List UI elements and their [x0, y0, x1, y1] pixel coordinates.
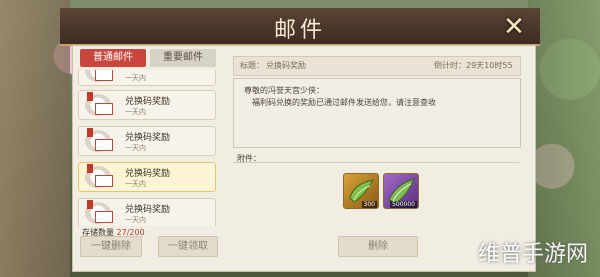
subject-label: 标题： [240, 61, 264, 70]
close-button[interactable]: ✕ [500, 13, 528, 41]
countdown-label: 倒计时： [434, 61, 466, 70]
mail-detail: 标题： 兑换码奖励 倒计时： 29天10时55分 尊敬的冯誉天宫少侠： 福利码兑… [225, 52, 525, 267]
mail-body-text: 福利码兑换的奖励已通过邮件发送给您，请注意查收 [252, 98, 436, 107]
mail-item-time: 一天内 [125, 180, 146, 188]
seal-icon [87, 164, 93, 173]
mail-item-title: 兑换码奖励 [125, 205, 171, 215]
seal-icon [87, 200, 93, 209]
close-icon: ✕ [503, 12, 525, 42]
attachment-item[interactable]: 500000 [383, 173, 419, 209]
watermark-logo: 维普手游网 [478, 242, 589, 267]
attachment-quantity: 500000 [390, 201, 417, 208]
mail-item[interactable]: 兑换码奖励 一天内 [78, 90, 216, 120]
mail-item-title: 兑换码奖励 [125, 97, 171, 107]
mail-item-time: 一天内 [125, 216, 146, 224]
mail-item-time: 一天内 [125, 108, 146, 116]
mail-greeting: 尊敬的冯誉天宫少侠： [244, 86, 324, 95]
mail-item-title: 兑换码奖励 [125, 169, 171, 179]
tab-important-mail[interactable]: 重要邮件 [150, 49, 216, 67]
tab-normal-mail[interactable]: 普通邮件 [80, 49, 146, 67]
mail-item[interactable]: 兑换码奖励 一天内 [78, 126, 216, 156]
seal-icon [87, 128, 93, 137]
seal-icon [87, 92, 93, 101]
attachment-item[interactable]: 300 [343, 173, 379, 209]
mail-item-title: 兑换码奖励 [125, 133, 171, 143]
attachments-area: 300 500000 [233, 162, 519, 233]
claim-all-button[interactable]: 一键领取 [158, 236, 218, 257]
mail-title: 邮件 [273, 18, 326, 43]
mail-header: 邮件 [60, 8, 540, 46]
mail-item[interactable]: 一天内 [78, 70, 216, 86]
mail-list: 一天内 兑换码奖励 一天内 兑换码奖励 一天内 兑换码奖励 一天内 兑换码奖励 … [78, 70, 216, 226]
envelope-icon [85, 70, 113, 82]
mail-item[interactable]: 兑换码奖励 一天内 [78, 198, 216, 226]
mail-item-time: 一天内 [125, 74, 146, 82]
attachment-quantity: 300 [361, 201, 377, 208]
mail-item-time: 一天内 [125, 144, 146, 152]
mail-tabs: 普通邮件 重要邮件 [80, 49, 216, 67]
subject-bar: 标题： 兑换码奖励 倒计时： 29天10时55分 [233, 56, 521, 88]
mail-item-selected[interactable]: 兑换码奖励 一天内 [78, 162, 216, 192]
mail-body: 尊敬的冯誉天宫少侠： 福利码兑换的奖励已通过邮件发送给您，请注意查收 [233, 78, 521, 148]
delete-button[interactable]: 删除 [338, 236, 418, 257]
subject-text: 兑换码奖励 [266, 61, 306, 70]
delete-all-button[interactable]: 一键删除 [80, 236, 142, 257]
